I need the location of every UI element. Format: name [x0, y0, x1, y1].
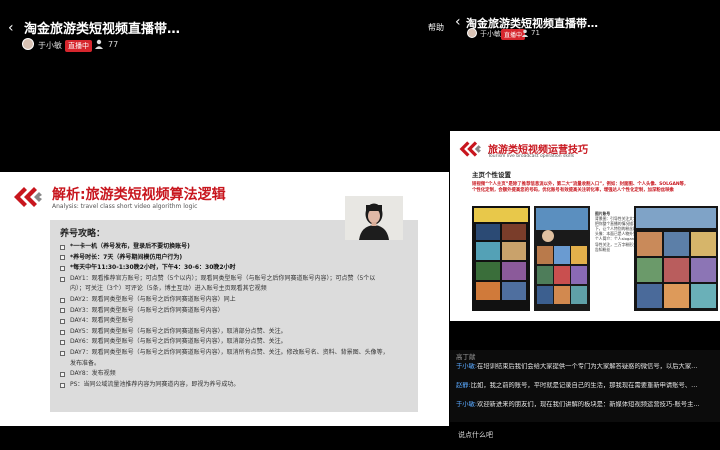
strategy-line: *一卡一机（养号发布，登录后不要切换账号)	[60, 242, 412, 253]
back-chevron-icon[interactable]: ‹	[8, 20, 14, 36]
presenter-figure	[345, 196, 403, 240]
slide-subtitle: Analysis: travel class short video algor…	[52, 203, 198, 210]
profile-example-phone-3	[634, 206, 718, 311]
help-link[interactable]: 帮助	[428, 22, 444, 33]
viewer-icon	[521, 29, 529, 37]
panel-title: 养号攻略：	[60, 229, 106, 239]
slide-logo-icon	[459, 141, 481, 157]
viewer-icon	[95, 39, 103, 49]
strategy-line: *养号时长：7天（养号期间模仿用户行为)	[60, 253, 412, 264]
strategy-line: DAY3：观看同类型账号（与账号之后你同赛道账号内容）	[60, 306, 412, 317]
right-stream-pane: ‹ 淘金旅游类短视频直播带… 于小敏 直播中 71 旅游类短视频运营技巧 Tou…	[450, 0, 720, 450]
host-name[interactable]: 于小敏	[480, 29, 501, 39]
strategy-line: PS：当同公域流量池推荐内容为同赛道内容，即视为养号成功。	[60, 380, 412, 391]
chat-username[interactable]: 于小敏:	[456, 401, 477, 408]
back-chevron-icon[interactable]: ‹	[455, 14, 461, 30]
left-slide: 解析:旅游类短视频算法逻辑 Analysis: travel class sho…	[0, 172, 449, 426]
chat-username[interactable]: 赵静:	[456, 382, 471, 389]
strategy-line: DAY2：观看同类型账号（与账号之后你同赛道账号内容）同上	[60, 295, 412, 306]
left-stream-title: 淘金旅游类短视频直播带…	[24, 22, 181, 37]
viewer-count: 71	[531, 29, 540, 37]
strategy-line: DAY8：发布视频	[60, 369, 412, 380]
section-description: 短视频“个人主页”是除了推荐信息流以外，第二大“流量收割入口”，例如：封面图、个…	[472, 182, 689, 194]
strategy-list: *一卡一机（养号发布，登录后不要切换账号) *养号时长：7天（养号期间模仿用户行…	[60, 242, 412, 390]
strategy-line: DAY4：观看同类型账号	[60, 316, 412, 327]
chat-input[interactable]: 说点什么吧	[458, 430, 493, 440]
host-avatar[interactable]	[22, 38, 34, 50]
account-raising-panel: 养号攻略： *一卡一机（养号发布，登录后不要切换账号) *养号时长：7天（养号期…	[50, 220, 418, 412]
strategy-line: DAY6：观看同类型账号（与账号之后你同赛道账号内容），取消部分点赞、关注。	[60, 337, 412, 348]
chat-message: 于小敏:欢迎新进来的朋友们，现在我们讲解的板块是：新媒体短视频运营技巧-账号主…	[456, 401, 700, 408]
left-stream-pane: ‹ 淘金旅游类短视频直播带… 帮助 于小敏 直播中 77 解析:旅游类短视频算法…	[0, 0, 449, 450]
host-avatar[interactable]	[467, 28, 477, 38]
profile-example-phone-1	[472, 206, 530, 311]
chat-username[interactable]: 于小敏:	[456, 363, 477, 370]
strategy-line: DAY1：观看推荐官方账号；可点赞（5个以内）；观看同类型账号（与账号之后你同赛…	[60, 274, 412, 285]
profile-example-phone-2	[534, 206, 590, 311]
slide-title: 解析:旅游类短视频算法逻辑	[52, 187, 226, 203]
strategy-line: 发布准备。	[70, 359, 101, 367]
strategy-line: 内）；可关注（3个）可评论（5条，博主互动）进入账号主页观看其它视频	[70, 285, 267, 293]
slide-logo-icon	[14, 187, 42, 207]
host-name[interactable]: 于小敏	[38, 40, 62, 51]
left-bottom-bar	[0, 426, 449, 450]
viewer-count: 77	[108, 40, 119, 49]
chat-message: 于小敏:在培训结束后我们会给大家提供一个专门为大家解答疑惑的微信号，以后大家…	[456, 363, 698, 370]
right-slide: 旅游类短视频运营技巧 Tourism live broadcast operat…	[450, 131, 720, 321]
chat-message: 赵静:比如，我之前的账号，平时就是记录自己的生活，那我现在需要重新申请账号、…	[456, 382, 698, 389]
strategy-line: *每天中午11:30-1:30晚2小时，下午4：30-6：30晚2小时	[60, 263, 412, 274]
presenter-camera-view	[345, 196, 403, 240]
left-stream-header: ‹ 淘金旅游类短视频直播带… 帮助 于小敏 直播中 77	[0, 0, 449, 52]
chat-header: 高丁献	[456, 353, 476, 361]
live-badge: 直播中	[65, 40, 92, 52]
section-heading: 主页个性设置	[472, 171, 511, 179]
chat-panel: 高丁献 于小敏:在培训结束后我们会给大家提供一个专门为大家解答疑惑的微信号，以后…	[450, 350, 720, 422]
slide-subtitle: Tourism live broadcast operation skills	[488, 154, 575, 159]
strategy-line: DAY7：观看同类型账号（与账号之后你同赛道账号内容），取消所有点赞、关注。修改…	[60, 348, 412, 359]
strategy-line: DAY5：观看同类型账号（与账号之后你同赛道账号内容），取消部分点赞、关注。	[60, 327, 412, 338]
